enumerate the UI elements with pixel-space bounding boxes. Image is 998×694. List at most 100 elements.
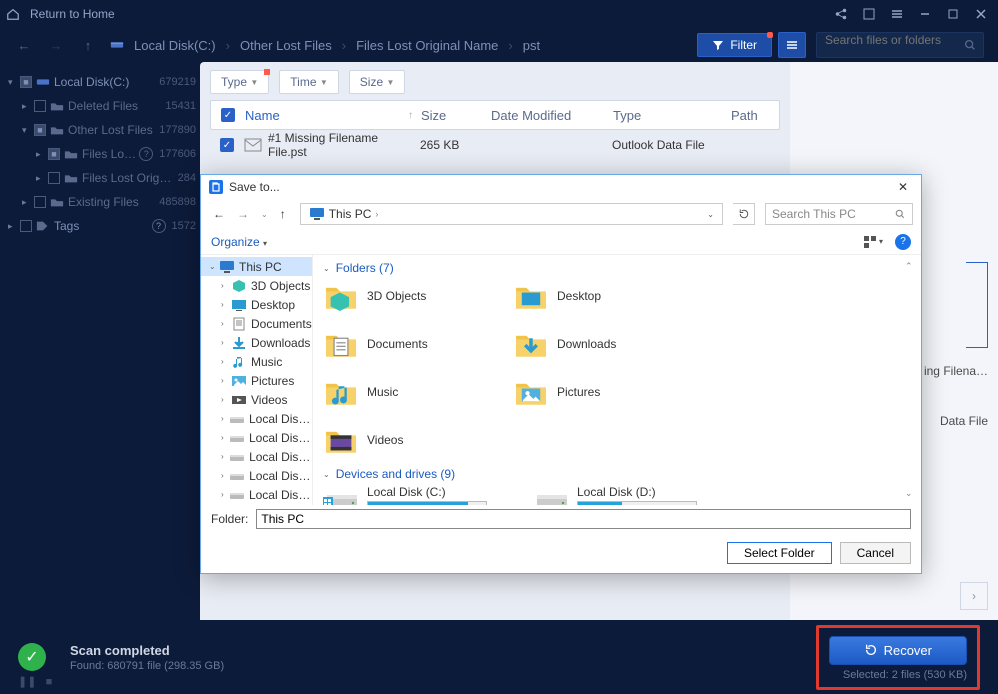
col-size[interactable]: Size xyxy=(421,108,491,123)
minimize-button[interactable] xyxy=(914,3,936,25)
breadcrumb-drive[interactable]: Local Disk(C:) xyxy=(134,38,216,53)
dialog-tree-item[interactable]: ⌄This PC xyxy=(201,257,312,276)
dialog-folder-item[interactable]: Videos xyxy=(323,423,513,457)
close-button[interactable] xyxy=(970,3,992,25)
dialog-search-box[interactable]: Search This PC xyxy=(765,203,913,225)
tree-arrow-icon[interactable]: › xyxy=(221,452,229,461)
tree-checkbox[interactable] xyxy=(20,220,32,232)
dialog-tree-item[interactable]: ›3D Objects xyxy=(201,276,312,295)
dialog-forward-button[interactable]: → xyxy=(233,207,253,221)
breadcrumb-seg2[interactable]: Files Lost Original Name xyxy=(356,38,498,53)
sidebar-item[interactable]: ▸Deleted Files15431 xyxy=(4,94,196,118)
tree-arrow-icon[interactable]: ⌄ xyxy=(209,262,219,271)
dialog-scrollbar[interactable]: ⌃⌄ xyxy=(905,261,919,499)
sidebar-item[interactable]: ▾■Other Lost Files177890 xyxy=(4,118,196,142)
nav-back-button[interactable]: ← xyxy=(14,38,34,53)
tree-arrow-icon[interactable]: › xyxy=(221,490,229,499)
filter-chip-type[interactable]: Type ▼ xyxy=(210,70,269,94)
share-icon[interactable] xyxy=(830,3,852,25)
dialog-close-button[interactable]: ✕ xyxy=(893,180,913,194)
view-toggle-button[interactable] xyxy=(778,32,806,58)
col-type[interactable]: Type xyxy=(613,108,731,123)
tree-checkbox[interactable]: ■ xyxy=(34,124,46,136)
cancel-button[interactable]: Cancel xyxy=(840,542,911,564)
dialog-folder-item[interactable]: Downloads xyxy=(513,327,703,361)
tree-expand-icon[interactable]: ▸ xyxy=(22,101,32,112)
dialog-drive-item[interactable]: Local Disk (D:)69.7 GB free of 110 GB xyxy=(533,485,733,505)
preview-next-button[interactable]: › xyxy=(960,582,988,610)
tree-arrow-icon[interactable]: › xyxy=(221,300,231,309)
tree-checkbox[interactable]: ■ xyxy=(20,76,32,88)
dialog-tree-item[interactable]: ›Pictures xyxy=(201,371,312,390)
scan-controls[interactable]: ❚❚ ■ xyxy=(18,675,52,688)
dialog-tree-item[interactable]: ›Videos xyxy=(201,390,312,409)
col-name[interactable]: Name↑ xyxy=(245,108,421,123)
filter-button[interactable]: Filter xyxy=(697,33,772,57)
nav-forward-button[interactable]: → xyxy=(46,38,66,53)
dialog-tree-item[interactable]: ›Downloads xyxy=(201,333,312,352)
breadcrumb-seg3[interactable]: pst xyxy=(523,38,540,53)
col-date[interactable]: Date Modified xyxy=(491,108,613,123)
dialog-tree-item[interactable]: ›Music xyxy=(201,352,312,371)
folders-section-header[interactable]: ⌄Folders (7) xyxy=(323,261,911,275)
search-box[interactable] xyxy=(816,32,984,58)
layout-icon[interactable] xyxy=(858,3,880,25)
dialog-tree-item[interactable]: ›Local Disk (G:) xyxy=(201,485,312,504)
tree-checkbox[interactable] xyxy=(48,172,60,184)
sidebar-item[interactable]: ▸■Files Lost Origi…?177606 xyxy=(4,142,196,166)
filter-chip-size[interactable]: Size ▼ xyxy=(349,70,406,94)
tree-arrow-icon[interactable]: › xyxy=(221,376,231,385)
col-path[interactable]: Path xyxy=(731,108,779,123)
tree-arrow-icon[interactable]: › xyxy=(221,433,229,442)
select-folder-button[interactable]: Select Folder xyxy=(727,542,832,564)
dialog-drive-item[interactable]: Local Disk (C:)17.1 GB free of 111 GB xyxy=(323,485,523,505)
dialog-help-button[interactable]: ? xyxy=(895,234,911,250)
dialog-recent-dropdown[interactable]: ⌄ xyxy=(257,210,272,219)
list-row[interactable]: ✓ #1 Missing Filename File.pst 265 KB Ou… xyxy=(210,130,780,160)
dialog-up-button[interactable]: ↑ xyxy=(276,207,290,221)
tree-expand-icon[interactable]: ▸ xyxy=(8,221,18,232)
sidebar-item[interactable]: ▸Tags?1572 xyxy=(4,214,196,238)
tree-checkbox[interactable] xyxy=(34,196,46,208)
tree-expand-icon[interactable]: ▸ xyxy=(22,197,32,208)
tree-expand-icon[interactable]: ▾ xyxy=(22,125,32,136)
dialog-view-toggle[interactable]: ▾ xyxy=(863,235,883,249)
header-checkbox[interactable]: ✓ xyxy=(221,108,235,122)
recover-button[interactable]: Recover xyxy=(829,636,967,665)
tree-expand-icon[interactable]: ▾ xyxy=(8,77,18,88)
dialog-tree-item[interactable]: ›Desktop xyxy=(201,295,312,314)
dialog-tree-item[interactable]: ›Local Disk (F:) xyxy=(201,466,312,485)
dialog-folder-item[interactable]: 3D Objects xyxy=(323,279,513,313)
path-dropdown-icon[interactable]: ⌄ xyxy=(707,210,714,219)
tree-arrow-icon[interactable]: › xyxy=(221,357,231,366)
dialog-tree-item[interactable]: ›Documents xyxy=(201,314,312,333)
tree-arrow-icon[interactable]: › xyxy=(221,471,229,480)
tree-arrow-icon[interactable]: › xyxy=(221,281,231,290)
sidebar-item[interactable]: ▸Existing Files485898 xyxy=(4,190,196,214)
sidebar-item[interactable]: ▸Files Lost Original Dire…284 xyxy=(4,166,196,190)
tree-checkbox[interactable] xyxy=(34,100,46,112)
dialog-tree-item[interactable]: ›Local Disk (E:) xyxy=(201,447,312,466)
folder-field-input[interactable] xyxy=(256,509,911,529)
row-checkbox[interactable]: ✓ xyxy=(220,138,234,152)
dialog-tree-item[interactable]: ›Local Disk (C:) xyxy=(201,409,312,428)
breadcrumb-seg1[interactable]: Other Lost Files xyxy=(240,38,332,53)
search-input[interactable] xyxy=(825,33,959,47)
dialog-folder-item[interactable]: Desktop xyxy=(513,279,703,313)
tree-arrow-icon[interactable]: › xyxy=(221,338,231,347)
maximize-button[interactable] xyxy=(942,3,964,25)
tree-arrow-icon[interactable]: › xyxy=(221,414,229,423)
help-icon[interactable]: ? xyxy=(139,147,153,161)
help-icon[interactable]: ? xyxy=(152,219,166,233)
nav-up-button[interactable]: ↑ xyxy=(78,38,98,53)
dialog-tree-item[interactable]: ›Local Disk (D:) xyxy=(201,428,312,447)
tree-expand-icon[interactable]: ▸ xyxy=(36,173,46,184)
filter-chip-time[interactable]: Time ▼ xyxy=(279,70,339,94)
sidebar-item[interactable]: ▾■Local Disk(C:)679219 xyxy=(4,70,196,94)
dialog-folder-item[interactable]: Pictures xyxy=(513,375,703,409)
organize-menu[interactable]: Organize ▾ xyxy=(211,235,267,249)
dialog-path-box[interactable]: This PC › ⌄ xyxy=(300,203,723,225)
dialog-folder-item[interactable]: Documents xyxy=(323,327,513,361)
return-home-link[interactable]: Return to Home xyxy=(30,7,115,21)
tree-checkbox[interactable]: ■ xyxy=(48,148,60,160)
